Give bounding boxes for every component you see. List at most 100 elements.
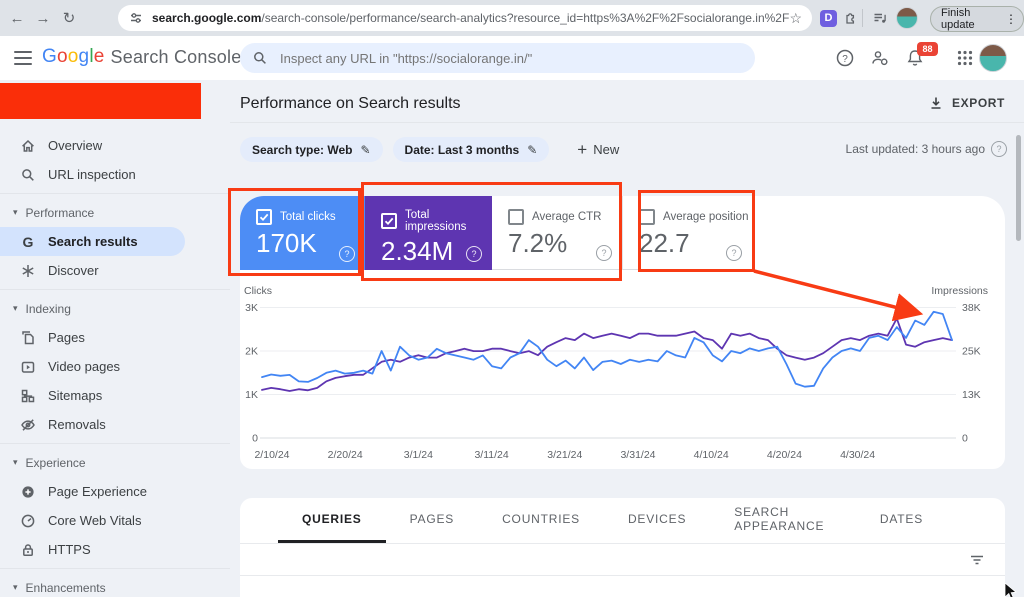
- help-circle-icon[interactable]: ?: [726, 245, 742, 261]
- menu-icon[interactable]: [14, 51, 32, 65]
- extension-d-icon[interactable]: D: [820, 10, 837, 27]
- search-console-logo[interactable]: Google Search Console: [42, 46, 241, 68]
- checked-checkbox[interactable]: [381, 213, 397, 229]
- bookmark-star-icon[interactable]: ☆: [789, 10, 802, 27]
- search-type-chip[interactable]: Search type: Web✎: [240, 137, 383, 162]
- apps-grid-icon[interactable]: [955, 48, 975, 68]
- scrollbar-thumb[interactable]: [1016, 135, 1021, 241]
- new-filter-button[interactable]: +New: [577, 140, 619, 160]
- annotation-redacted-block: [0, 83, 201, 119]
- metric-label: Average position: [663, 211, 748, 223]
- export-button[interactable]: EXPORT: [928, 95, 1005, 111]
- filter-icon[interactable]: [969, 552, 985, 568]
- mouse-cursor: [1004, 583, 1018, 597]
- media-playlist-icon[interactable]: [872, 10, 888, 26]
- tab-queries[interactable]: QUERIES: [278, 498, 386, 543]
- svg-text:3K: 3K: [245, 302, 258, 314]
- tab-search-appearance[interactable]: SEARCH APPEARANCE: [710, 498, 856, 543]
- metric-card-average-ctr[interactable]: Average CTR7.2%?: [492, 196, 622, 270]
- sidebar-section-experience[interactable]: ▾Experience: [0, 448, 230, 477]
- sidebar-item-url-inspection[interactable]: URL inspection: [0, 160, 230, 189]
- sidebar-item-label: Page Experience: [48, 484, 147, 499]
- tab-dates[interactable]: DATES: [856, 498, 947, 543]
- browser-profile-avatar[interactable]: [896, 7, 918, 29]
- performance-chart[interactable]: ClicksImpressions01K2K3K013K25K38K2/10/2…: [240, 270, 1005, 469]
- sidebar-item-sitemaps[interactable]: Sitemaps: [0, 381, 230, 410]
- help-circle-icon[interactable]: ?: [466, 246, 482, 262]
- metric-label: Total impressions: [405, 209, 492, 233]
- lock-icon: [20, 542, 36, 558]
- sidebar-item-label: Video pages: [48, 359, 120, 374]
- site-info-icon[interactable]: [128, 10, 144, 26]
- sidebar-divider: [0, 189, 230, 198]
- help-circle-icon[interactable]: ?: [991, 141, 1007, 157]
- g-icon: G: [20, 234, 36, 250]
- browser-toolbar: ← → ↻ search.google.com/search-console/p…: [0, 0, 1024, 36]
- plus-icon: +: [577, 140, 587, 160]
- sidebar-item-label: Core Web Vitals: [48, 513, 141, 528]
- svg-text:4/30/24: 4/30/24: [840, 449, 875, 461]
- sidebar-item-pages[interactable]: Pages: [0, 323, 230, 352]
- sidebar-item-label: Removals: [48, 417, 106, 432]
- chevron-down-icon: ▾: [13, 303, 18, 314]
- url-text: search.google.com/search-console/perform…: [152, 11, 789, 25]
- svg-text:3/11/24: 3/11/24: [474, 449, 508, 461]
- metric-card-average-position[interactable]: Average position22.7?: [622, 196, 752, 270]
- sidebar-section-label: Enhancements: [26, 581, 106, 595]
- sidebar-section-performance[interactable]: ▾Performance: [0, 198, 230, 227]
- tab-countries[interactable]: COUNTRIES: [478, 498, 604, 543]
- svg-text:2/10/24: 2/10/24: [254, 449, 289, 461]
- svg-text:38K: 38K: [962, 302, 981, 314]
- plus-circle-icon: [20, 484, 36, 500]
- svg-text:0: 0: [962, 433, 968, 445]
- metric-card-total-clicks[interactable]: Total clicks170K?: [240, 196, 365, 270]
- svg-text:13K: 13K: [962, 389, 981, 401]
- tab-devices[interactable]: DEVICES: [604, 498, 710, 543]
- svg-text:25K: 25K: [962, 346, 981, 358]
- chevron-down-icon: ▾: [13, 207, 18, 218]
- url-inspect-searchbar[interactable]: [240, 43, 755, 73]
- help-circle-icon[interactable]: ?: [339, 246, 355, 262]
- forward-icon[interactable]: →: [30, 10, 56, 27]
- date-range-chip[interactable]: Date: Last 3 months✎: [393, 137, 550, 162]
- user-settings-icon[interactable]: [870, 48, 890, 68]
- reload-icon[interactable]: ↻: [56, 9, 82, 27]
- sidebar-section-enhancements[interactable]: ▾Enhancements: [0, 573, 230, 597]
- svg-text:?: ?: [842, 54, 848, 65]
- finish-update-button[interactable]: Finish update⋮: [930, 6, 1024, 32]
- sidebar-item-discover[interactable]: Discover: [0, 256, 230, 285]
- unchecked-checkbox[interactable]: [508, 209, 524, 225]
- pages-icon: [20, 330, 36, 346]
- sidebar-item-video-pages[interactable]: Video pages: [0, 352, 230, 381]
- edit-pencil-icon: ✎: [527, 143, 537, 157]
- search-input[interactable]: [278, 50, 743, 67]
- url-bar[interactable]: search.google.com/search-console/perform…: [118, 5, 812, 31]
- sidebar-item-https[interactable]: HTTPS: [0, 535, 230, 564]
- svg-text:1K: 1K: [245, 389, 258, 401]
- tab-pages[interactable]: PAGES: [386, 498, 478, 543]
- account-avatar[interactable]: [979, 44, 1007, 72]
- tab-label: COUNTRIES: [502, 512, 580, 526]
- metric-card-total-impressions[interactable]: Total impressions2.34M?: [365, 196, 492, 270]
- logo-suffix: Search Console: [111, 47, 242, 68]
- svg-text:G: G: [23, 234, 34, 250]
- checked-checkbox[interactable]: [256, 209, 272, 225]
- sidebar-section-indexing[interactable]: ▾Indexing: [0, 294, 230, 323]
- back-icon[interactable]: ←: [4, 10, 30, 27]
- help-icon[interactable]: ?: [835, 48, 855, 68]
- sidebar-divider: [0, 439, 230, 448]
- spark-icon: [20, 263, 36, 279]
- sidebar-item-page-experience[interactable]: Page Experience: [0, 477, 230, 506]
- page-title: Performance on Search results: [240, 95, 461, 113]
- sidebar-item-core-web-vitals[interactable]: Core Web Vitals: [0, 506, 230, 535]
- eye-off-icon: [20, 417, 36, 433]
- sidebar-item-removals[interactable]: Removals: [0, 410, 230, 439]
- sidebar-item-label: Discover: [48, 263, 99, 278]
- notification-badge: 88: [917, 42, 938, 56]
- sidebar-item-overview[interactable]: Overview: [0, 131, 230, 160]
- help-circle-icon[interactable]: ?: [596, 245, 612, 261]
- extensions-puzzle-icon[interactable]: [842, 10, 858, 26]
- sidebar-item-search-results[interactable]: GSearch results: [0, 227, 185, 256]
- unchecked-checkbox[interactable]: [639, 209, 655, 225]
- more-vert-icon[interactable]: ⋮: [1005, 12, 1017, 26]
